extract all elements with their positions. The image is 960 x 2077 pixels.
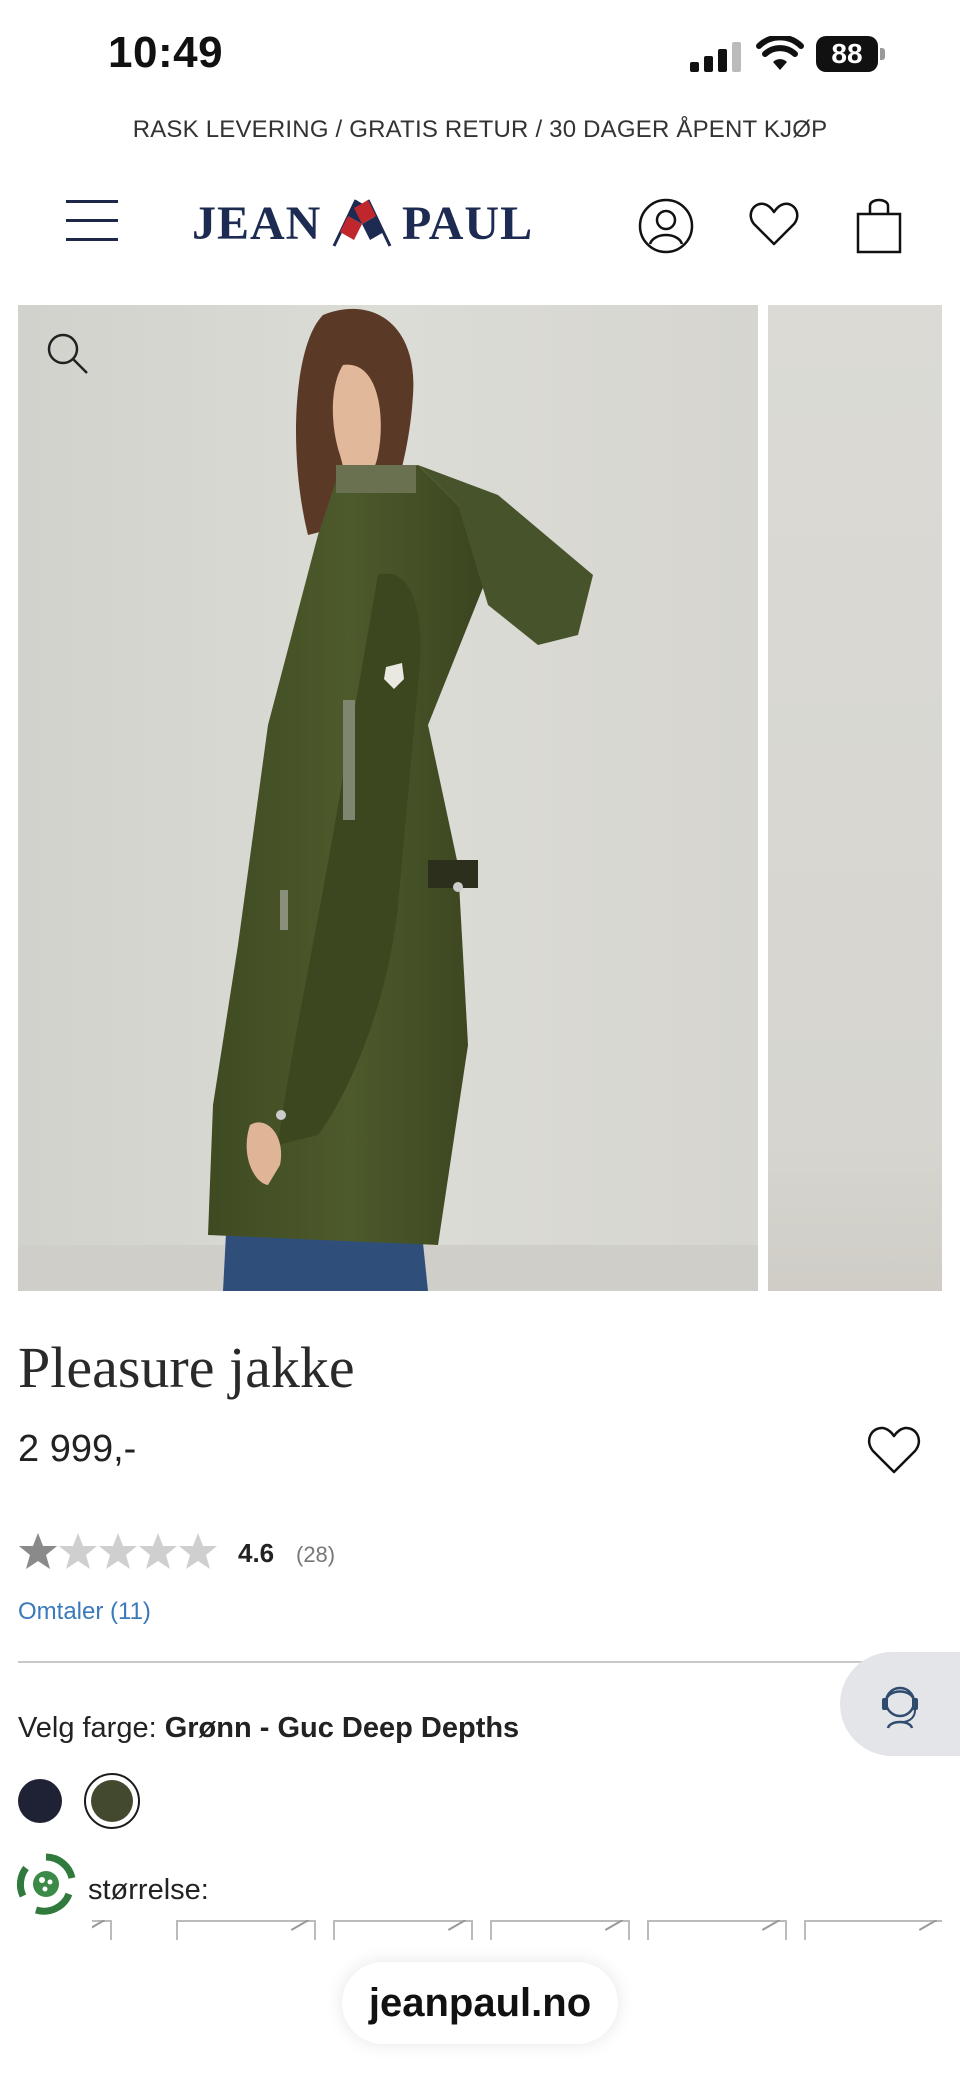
rating-count: (28) (296, 1542, 336, 1567)
rating-value: 4.6 (238, 1538, 275, 1568)
color-swatch-green[interactable] (84, 1773, 140, 1829)
size-option[interactable] (176, 1920, 316, 1940)
color-label-prefix: Velg farge: (18, 1712, 165, 1744)
size-option[interactable] (804, 1920, 942, 1940)
cellular-signal-icon (690, 42, 741, 72)
color-swatch-navy[interactable] (18, 1779, 62, 1823)
star-empty (59, 1533, 97, 1569)
size-option[interactable] (333, 1920, 473, 1940)
add-to-wishlist-icon[interactable] (866, 1424, 922, 1476)
star-empty (99, 1533, 137, 1569)
color-label: Velg farge: Grønn - Guc Deep Depths (18, 1712, 519, 1745)
product-title: Pleasure jakke (18, 1335, 355, 1400)
account-icon[interactable] (638, 198, 694, 254)
size-option[interactable] (92, 1920, 112, 1940)
zoom-icon[interactable] (44, 330, 90, 376)
size-option[interactable] (490, 1920, 630, 1940)
product-price: 2 999,- (18, 1428, 137, 1470)
size-option[interactable] (647, 1920, 787, 1940)
selected-color-name: Grønn - Guc Deep Depths (164, 1712, 520, 1744)
size-label: størrelse: (88, 1874, 209, 1906)
logo-text-left: JEAN (192, 197, 322, 250)
size-options (92, 1920, 942, 1940)
wifi-icon (756, 36, 804, 70)
shopping-bag-icon[interactable] (854, 196, 904, 254)
status-time: 10:49 (108, 28, 224, 77)
eco-badge-icon[interactable] (14, 1852, 78, 1916)
reviews-link[interactable]: Omtaler (11) (18, 1598, 151, 1626)
wishlist-icon[interactable] (748, 200, 800, 248)
star-empty (139, 1533, 177, 1569)
logo-flags-icon (332, 199, 392, 247)
battery-icon: 88 (816, 36, 886, 74)
star-filled (19, 1533, 57, 1569)
promo-banner: RASK LEVERING / GRATIS RETUR / 30 DAGER … (132, 116, 828, 143)
next-product-image[interactable] (768, 305, 942, 1291)
logo-text-right: PAUL (402, 197, 534, 250)
menu-icon[interactable] (66, 200, 118, 242)
browser-url-bar[interactable]: jeanpaul.no (342, 1962, 618, 2044)
divider (18, 1661, 878, 1663)
logo[interactable]: JEAN PAUL (192, 194, 532, 254)
product-image[interactable] (18, 305, 758, 1291)
battery-level: 88 (816, 36, 878, 72)
rating-stars (19, 1533, 217, 1569)
support-agent-icon (882, 1686, 918, 1729)
star-empty (179, 1533, 217, 1569)
